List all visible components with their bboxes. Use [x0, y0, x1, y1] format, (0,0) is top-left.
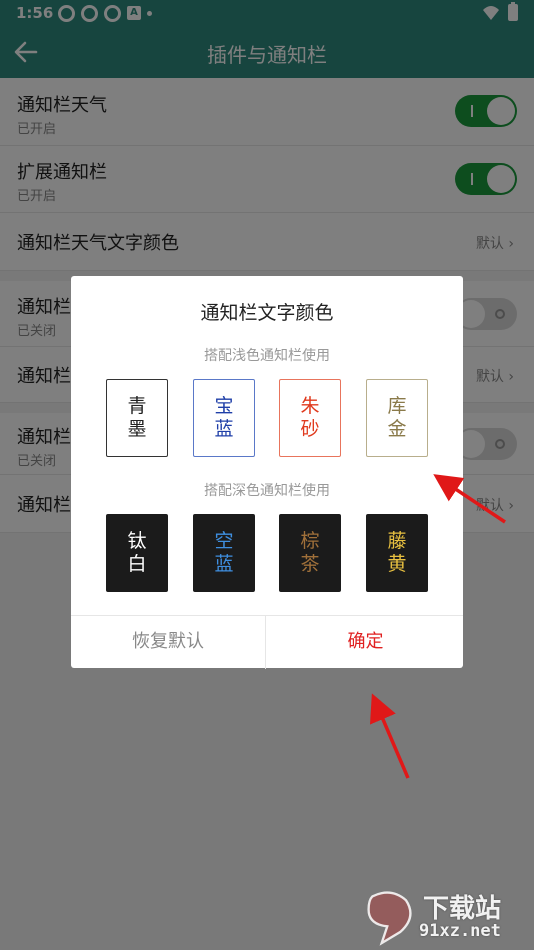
option-char: 墨	[127, 418, 147, 440]
color-option-zongcha[interactable]: 棕 茶	[279, 514, 341, 592]
watermark-text: 下载站	[423, 894, 502, 924]
option-char: 棕	[300, 530, 320, 552]
option-char: 蓝	[214, 418, 234, 440]
color-option-zhusha[interactable]: 朱 砂	[279, 379, 341, 457]
option-char: 宝	[214, 395, 234, 417]
option-char: 青	[127, 395, 147, 417]
watermark: 下载站 91xz.net	[363, 886, 528, 948]
dialog-buttons: 恢复默认 确定	[71, 615, 463, 669]
light-section-label: 搭配浅色通知栏使用	[204, 348, 330, 364]
reset-default-button[interactable]: 恢复默认	[71, 616, 266, 669]
option-char: 茶	[300, 553, 320, 575]
option-char: 空	[214, 530, 234, 552]
option-char: 黄	[387, 553, 407, 575]
option-char: 金	[387, 418, 407, 440]
confirm-button[interactable]: 确定	[268, 616, 463, 669]
text-color-dialog: 通知栏文字颜色 搭配浅色通知栏使用 青 墨 宝 蓝 朱 砂 库 金 搭配深色通知…	[71, 276, 463, 669]
color-option-baolan[interactable]: 宝 蓝	[193, 379, 255, 457]
option-char: 藤	[387, 530, 407, 552]
option-char: 白	[127, 553, 147, 575]
dialog-title: 通知栏文字颜色	[200, 302, 334, 324]
color-option-qingmo[interactable]: 青 墨	[106, 379, 168, 457]
dark-section-label: 搭配深色通知栏使用	[204, 483, 330, 499]
option-char: 蓝	[214, 553, 234, 575]
watermark-url: 91xz.net	[419, 921, 501, 941]
watermark-logo-icon	[367, 891, 412, 946]
color-option-tenghuang[interactable]: 藤 黄	[366, 514, 428, 592]
option-char: 库	[387, 395, 407, 417]
color-option-konglan[interactable]: 空 蓝	[193, 514, 255, 592]
color-option-kujin[interactable]: 库 金	[366, 379, 428, 457]
option-char: 朱	[300, 395, 320, 417]
option-char: 砂	[300, 418, 320, 440]
color-option-taibai[interactable]: 钛 白	[106, 514, 168, 592]
option-char: 钛	[127, 530, 147, 552]
